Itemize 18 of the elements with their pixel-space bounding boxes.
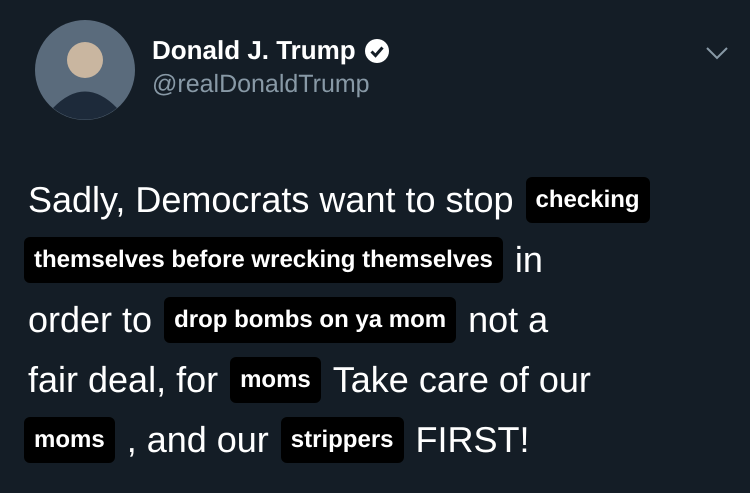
avatar[interactable] [35, 20, 135, 120]
caption-sticker: drop bombs on ya mom [164, 297, 456, 343]
caption-sticker: moms [24, 417, 115, 463]
tweet-text: order to [27, 299, 154, 341]
account-handle: @realDonaldTrump [152, 70, 371, 99]
caption-sticker: themselves before wrecking themselves [24, 237, 503, 283]
chevron-down-icon[interactable] [704, 45, 730, 61]
tweet-text: in [514, 239, 544, 281]
tweet-text: FIRST! [414, 419, 530, 461]
caption-sticker: checking [526, 177, 650, 223]
tweet-text: not a [467, 299, 550, 341]
tweet-text: Sadly, Democrats want to stop [27, 179, 515, 221]
tweet-text: fair deal, for [27, 359, 220, 401]
tweet-text: Take care of our [332, 359, 592, 401]
account-name: Donald J. Trump [152, 35, 356, 66]
tweet-text: , and our [126, 419, 270, 461]
caption-sticker: strippers [280, 417, 404, 463]
caption-sticker: moms [230, 357, 321, 403]
